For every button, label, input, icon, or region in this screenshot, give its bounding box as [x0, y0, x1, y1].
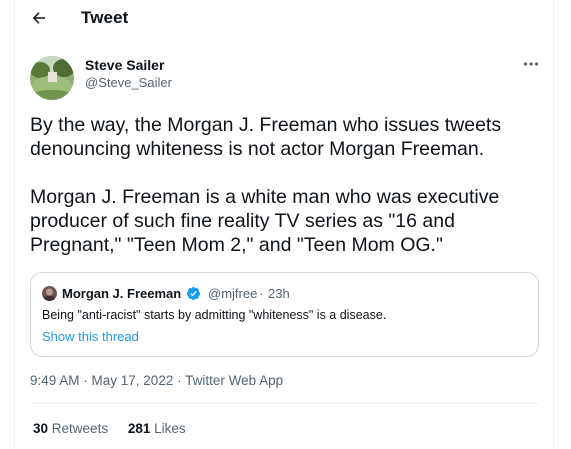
avatar-image — [42, 286, 57, 301]
arrow-left-icon — [32, 12, 45, 24]
divider — [30, 403, 539, 404]
show-thread-link[interactable]: Show this thread — [42, 329, 139, 344]
quoted-author-avatar — [42, 286, 57, 301]
tweet-paragraph: By the way, the Morgan J. Freeman who is… — [30, 114, 502, 160]
retweets-label: Retweets — [51, 421, 109, 436]
page-title: Tweet — [81, 8, 129, 27]
quoted-time: 23h — [268, 286, 290, 301]
retweets-stat[interactable]: 30 Retweets — [33, 421, 108, 436]
more-options-button[interactable] — [519, 54, 543, 74]
more-options-icon — [523, 62, 539, 66]
separator-dot: · — [259, 286, 264, 301]
likes-stat[interactable]: 281 Likes — [128, 421, 186, 436]
author-name[interactable]: Steve Sailer — [85, 57, 164, 73]
retweets-count: 30 — [33, 421, 49, 436]
quoted-author-handle: @mjfree — [208, 286, 258, 301]
back-button[interactable] — [25, 4, 53, 32]
author-avatar[interactable] — [30, 56, 74, 100]
verified-badge-icon — [186, 286, 201, 301]
tweet-paragraph: Morgan J. Freeman is a white man who was… — [30, 186, 500, 256]
tweet-stats: 30 Retweets 281 Likes — [33, 421, 202, 436]
quoted-text: Being "anti-racist" starts by admitting … — [42, 308, 387, 322]
timestamp-link[interactable]: 9:49 AM · May 17, 2022 — [30, 373, 173, 388]
quoted-author-name: Morgan J. Freeman — [62, 286, 182, 301]
author-handle[interactable]: @Steve_Sailer — [85, 75, 172, 90]
page-header: Tweet — [15, 0, 553, 36]
likes-count: 281 — [127, 421, 151, 436]
tweet-metadata: 9:49 AM · May 17, 2022 · Twitter Web App — [30, 373, 283, 388]
avatar-image — [30, 56, 74, 100]
likes-label: Likes — [154, 421, 186, 436]
source-link[interactable]: Twitter Web App — [185, 373, 283, 388]
tweet-detail-panel: Tweet Steve Sailer @Steve_Sailer By the … — [14, 0, 554, 449]
meta-separator: · — [173, 373, 186, 388]
tweet-body: By the way, the Morgan J. Freeman who is… — [30, 113, 545, 257]
quoted-tweet[interactable]: Morgan J. Freeman @mjfree · 23h Being "a… — [30, 272, 539, 357]
